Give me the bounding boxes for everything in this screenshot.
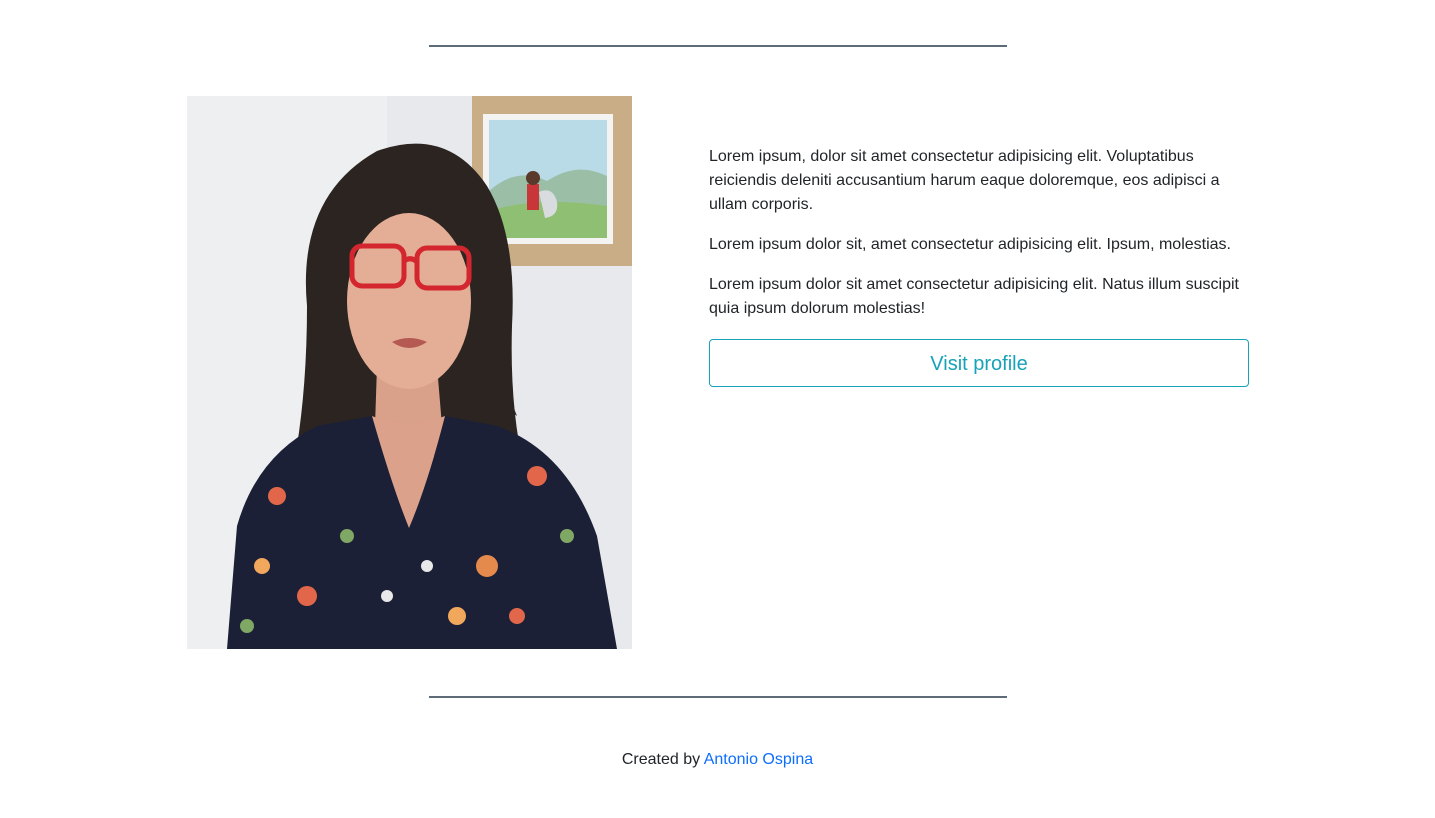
visit-profile-button[interactable]: Visit profile [709,339,1249,387]
author-link[interactable]: Antonio Ospina [704,751,813,768]
top-divider [429,45,1007,47]
description-paragraph-1: Lorem ipsum, dolor sit amet consectetur … [709,148,1220,213]
footer: Created by Antonio Ospina [0,748,1435,772]
profile-description: Lorem ipsum, dolor sit amet consectetur … [709,145,1249,387]
profile-photo [187,96,632,649]
page: Lorem ipsum, dolor sit amet consectetur … [0,0,1435,818]
bottom-divider [429,696,1007,698]
footer-credit-prefix: Created by [621,751,701,768]
description-paragraph-2: Lorem ipsum dolor sit, amet consectetur … [709,236,1231,253]
description-paragraph-3: Lorem ipsum dolor sit amet consectetur a… [709,276,1239,317]
